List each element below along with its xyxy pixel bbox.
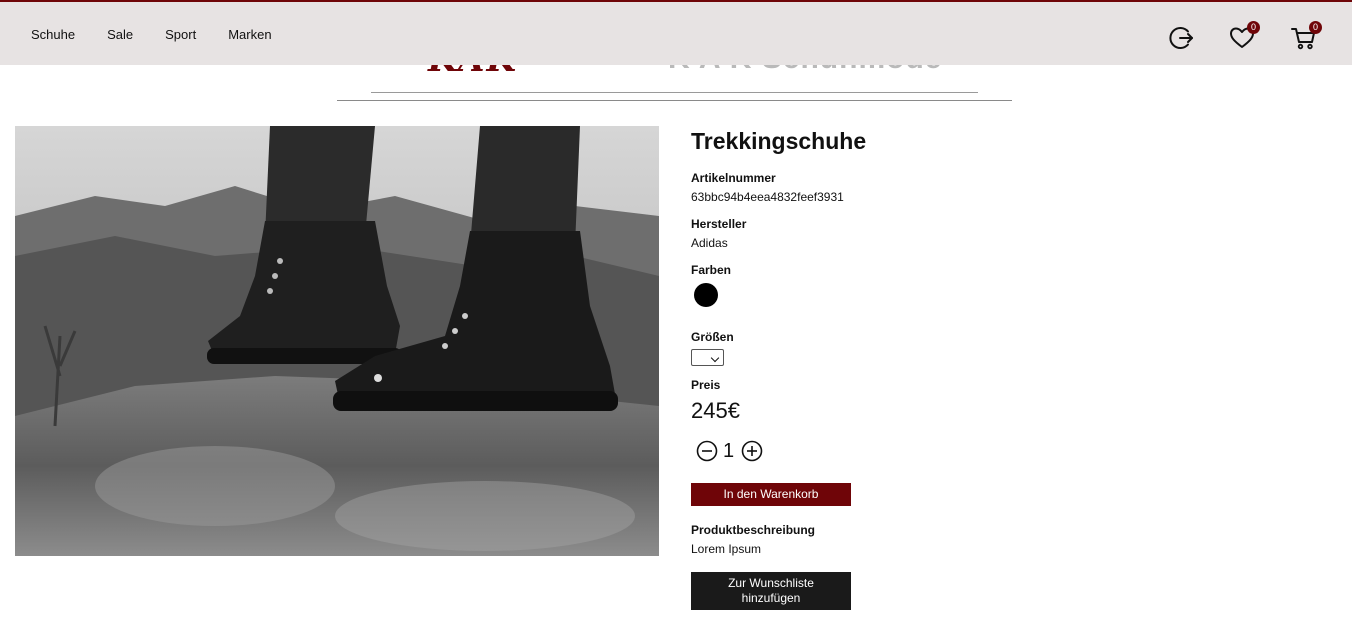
add-to-wishlist-button[interactable]: Zur Wunschliste hinzufügen — [691, 572, 851, 610]
wishlist-button[interactable]: 0 — [1228, 21, 1260, 52]
cart-button[interactable]: 0 — [1290, 21, 1322, 52]
boots-photo — [15, 126, 659, 556]
article-number: 63bbc94b4eea4832feef3931 — [691, 190, 844, 204]
add-to-wishlist-label-line2: hinzufügen — [741, 591, 801, 605]
quantity-increase-button[interactable] — [741, 440, 763, 462]
minus-circle-icon — [696, 440, 718, 462]
top-navbar: Schuhe Sale Sport Marken 0 0 — [0, 0, 1352, 65]
nav-link-schuhe[interactable]: Schuhe — [31, 27, 75, 42]
colors-label: Farben — [691, 263, 732, 277]
size-select[interactable] — [691, 349, 724, 366]
sizes-label: Größen — [691, 330, 734, 344]
logout-icon — [1169, 27, 1193, 49]
plus-circle-icon — [741, 440, 763, 462]
nav-link-sport[interactable]: Sport — [165, 27, 196, 42]
nav-links: Schuhe Sale Sport Marken — [31, 27, 304, 42]
product-image — [15, 126, 659, 556]
product-title: Trekkingschuhe — [691, 128, 867, 154]
price-label: Preis — [691, 378, 721, 392]
maker-value: Adidas — [691, 236, 728, 250]
description-text: Lorem Ipsum — [691, 542, 762, 556]
divider — [337, 100, 1012, 101]
logout-button[interactable] — [1168, 24, 1196, 52]
nav-link-sale[interactable]: Sale — [107, 27, 133, 42]
maker-label: Hersteller — [691, 217, 747, 231]
quantity-decrease-button[interactable] — [696, 440, 718, 462]
nav-link-marken[interactable]: Marken — [228, 27, 271, 42]
color-swatch-black[interactable] — [694, 283, 718, 307]
add-to-cart-button[interactable]: In den Warenkorb — [691, 483, 851, 506]
add-to-wishlist-label-line1: Zur Wunschliste — [728, 576, 814, 590]
wishlist-count-badge: 0 — [1247, 21, 1260, 34]
price-value: 245€ — [691, 398, 740, 423]
divider — [371, 92, 978, 93]
quantity-value: 1 — [723, 440, 735, 462]
cart-count-badge: 0 — [1309, 21, 1322, 34]
description-label: Produktbeschreibung — [691, 523, 816, 537]
article-number-label: Artikelnummer — [691, 171, 776, 185]
